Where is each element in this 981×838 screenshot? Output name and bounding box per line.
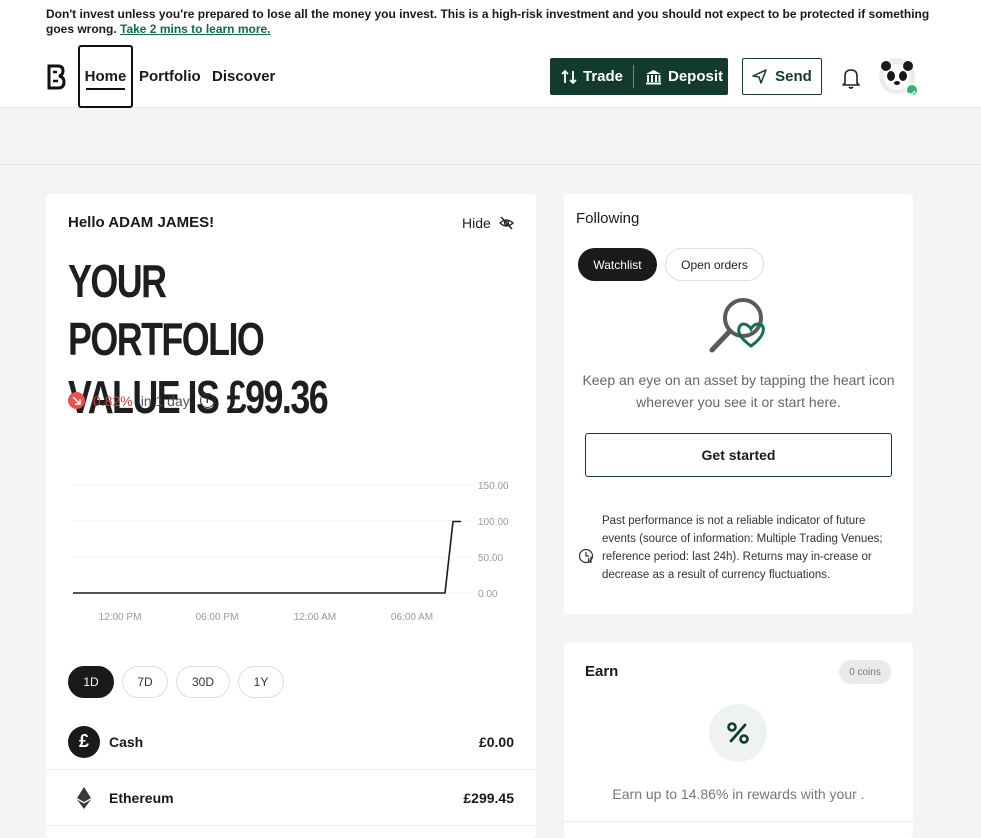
avatar[interactable] [879, 58, 919, 97]
change-percent: 0.82% [93, 392, 133, 409]
coins-badge: 0 coins [839, 660, 891, 684]
trade-button[interactable]: Trade [550, 58, 633, 95]
bell-icon[interactable] [841, 67, 861, 89]
bank-icon [646, 69, 661, 84]
asset-name: Cash [109, 733, 144, 750]
arrow-down-right-icon [68, 392, 85, 409]
pound-icon: £ [68, 725, 100, 758]
learn-more-link[interactable]: Take 2 mins to learn more. [120, 22, 271, 36]
send-button[interactable]: Send [742, 58, 822, 95]
watchlist-empty-text: Keep an eye on an asset by tapping the h… [582, 372, 895, 410]
nav-home-label: Home [84, 68, 127, 85]
earn-divider [564, 821, 913, 822]
range-1y[interactable]: 1Y [238, 666, 284, 698]
following-card: Following Watchlist Open orders Keep an … [564, 194, 913, 614]
ethereum-icon [68, 782, 100, 814]
percent-icon [709, 704, 767, 762]
page-divider [0, 164, 981, 165]
deposit-button[interactable]: Deposit [634, 58, 723, 95]
earn-title: Earn [585, 663, 619, 680]
nav-home[interactable]: Home [78, 45, 133, 108]
tab-watchlist[interactable]: Watchlist [578, 248, 657, 281]
range-30d[interactable]: 30D [176, 666, 230, 698]
change-period: in 1 day [140, 392, 190, 409]
x-tick-label: 06:00 AM [391, 612, 433, 623]
x-tick-label: 12:00 AM [294, 612, 336, 623]
y-tick-label: 50.00 [478, 553, 503, 564]
top-navbar: Home Portfolio Discover Trade Deposit Se… [0, 45, 981, 108]
chart-clock-icon [578, 548, 594, 564]
risk-warning-banner: Don't invest unless you're prepared to l… [0, 0, 981, 45]
y-tick-label: 100.00 [478, 517, 509, 528]
y-tick-label: 150.00 [478, 481, 509, 492]
get-started-button[interactable]: Get started [585, 433, 892, 477]
nav-discover[interactable]: Discover [212, 45, 275, 108]
value-change: 0.82% in 1 day i [68, 392, 215, 409]
swap-arrows-icon [561, 69, 577, 84]
asset-name: Ethereum [109, 789, 174, 806]
eye-off-icon [498, 216, 514, 230]
trade-deposit-group: Trade Deposit [550, 58, 728, 95]
asset-value: £299.45 [463, 789, 514, 806]
range-1d[interactable]: 1D [68, 666, 114, 698]
earn-description: Earn up to 14.86% in rewards with your . [612, 786, 865, 802]
trade-label: Trade [583, 68, 624, 85]
following-title: Following [576, 210, 640, 227]
range-selector: 1D 7D 30D 1Y [68, 666, 292, 698]
x-tick-label: 06:00 PM [196, 612, 239, 623]
hide-label: Hide [462, 215, 491, 231]
deposit-label: Deposit [668, 68, 724, 85]
asset-value: £0.00 [478, 733, 514, 750]
past-performance-disclaimer: Past performance is not a reliable indic… [602, 515, 883, 581]
send-label: Send [775, 68, 812, 85]
info-icon[interactable]: i [199, 393, 215, 408]
portfolio-chart: 150.00 100.00 50.00 0.00 12:00 PM 06:00 PM 12:… [68, 474, 528, 634]
portfolio-title-line1: YOUR PORTFOLIO [68, 255, 265, 365]
earn-card: Earn 0 coins Earn up to 14.86% in reward… [564, 643, 913, 838]
nav-portfolio[interactable]: Portfolio [139, 45, 201, 108]
asset-row-ethereum[interactable]: Ethereum £299.45 [46, 770, 536, 826]
verified-badge-icon [905, 83, 919, 97]
tab-open-orders[interactable]: Open orders [665, 248, 764, 281]
hide-balance-button[interactable]: Hide [462, 215, 514, 231]
magnifier-heart-icon [709, 298, 765, 353]
portfolio-chart-svg: 150.00 100.00 50.00 0.00 12:00 PM 06:00 PM 12:… [73, 481, 509, 623]
portfolio-value-line [73, 520, 461, 594]
y-tick-label: 0.00 [478, 589, 498, 600]
range-7d[interactable]: 7D [122, 666, 168, 698]
greeting: Hello ADAM JAMES! [68, 214, 215, 231]
nav-home-underline [86, 88, 125, 90]
x-tick-label: 12:00 PM [99, 612, 142, 623]
asset-row-cash[interactable]: £ Cash £0.00 [46, 714, 536, 770]
paper-plane-icon [752, 69, 767, 84]
portfolio-card: Hello ADAM JAMES! Hide YOUR PORTFOLIO VA… [46, 194, 536, 838]
bitpanda-logo[interactable] [46, 64, 66, 90]
